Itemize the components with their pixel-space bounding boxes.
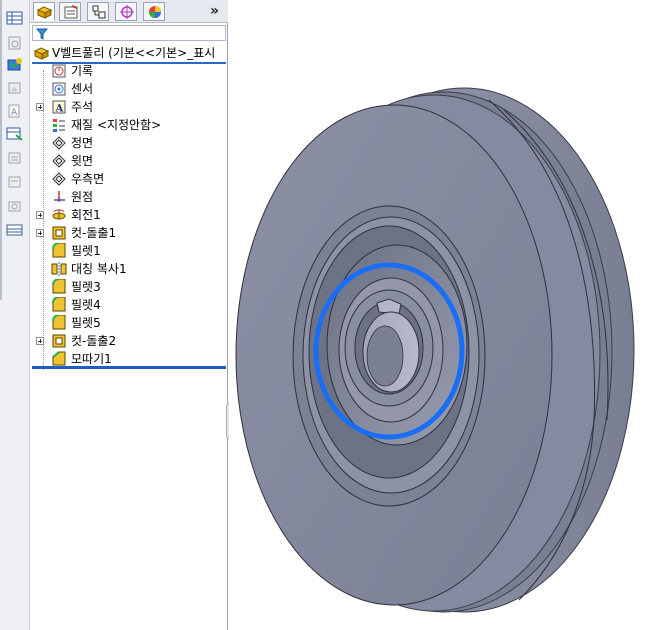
cut-extrude-icon xyxy=(51,225,67,241)
graphics-area[interactable] xyxy=(229,0,651,630)
featuremanager-icon xyxy=(36,6,53,19)
table-icon[interactable] xyxy=(6,10,24,26)
history-icon xyxy=(51,63,67,79)
layer-icon[interactable] xyxy=(6,150,24,166)
configurationmanager-tab[interactable] xyxy=(87,2,109,21)
tree-item[interactable]: 필렛5 xyxy=(30,314,228,332)
cut-extrude-icon xyxy=(51,333,67,349)
tree-item-label: 원점 xyxy=(71,190,94,204)
tree-item-label: 우측면 xyxy=(71,172,105,186)
tree-item-label: 재질 <지정안함> xyxy=(71,118,162,132)
dimxpert-icon xyxy=(120,5,134,19)
filter-icon xyxy=(36,28,48,40)
tree-item[interactable]: 필렛4 xyxy=(30,296,228,314)
command-strip: A xyxy=(0,0,30,630)
strip-edge xyxy=(0,0,2,300)
tree-item[interactable]: 컷-돌출2 xyxy=(30,332,228,350)
note-icon[interactable]: A xyxy=(6,103,24,119)
origin-icon xyxy=(51,189,67,205)
tree-root-label: V벨트풀리 (기본<<기본>_표시 xyxy=(52,46,216,60)
revolve-icon xyxy=(51,207,67,223)
rollback-bar[interactable] xyxy=(32,366,226,369)
tree-item-label: 센서 xyxy=(71,82,94,96)
tree-item[interactable]: 대칭 복사1 xyxy=(30,260,228,278)
annotation-icon: A xyxy=(51,99,67,115)
svg-text:A: A xyxy=(55,104,64,115)
appearance-icon[interactable] xyxy=(6,80,24,96)
tree-item[interactable]: 회전1 xyxy=(30,206,228,224)
chamfer-icon xyxy=(51,351,67,367)
export-icon[interactable] xyxy=(6,126,24,142)
featuremanager-panel: » V벨트풀리 (기본<<기본>_표시 기록센서 A 주석재질 <지정안함> 정면윗면… xyxy=(30,0,228,630)
tree-item-label: 정면 xyxy=(71,136,94,150)
propertymanager-icon xyxy=(64,5,78,19)
displaymanager-tab[interactable] xyxy=(143,2,165,21)
view-palette-icon[interactable] xyxy=(6,57,24,73)
tree-item[interactable]: 필렛1 xyxy=(30,242,228,260)
tree-item-label: 윗면 xyxy=(71,154,94,168)
tree-item-label: 필렛5 xyxy=(71,316,101,330)
tree-item-label: 대칭 복사1 xyxy=(71,262,127,276)
tree-item[interactable]: 정면 xyxy=(30,134,228,152)
tree-filter[interactable] xyxy=(32,25,226,41)
tree-item-label: 기록 xyxy=(71,64,94,78)
pulley-model[interactable] xyxy=(229,0,651,630)
tree-item-label: 필렛1 xyxy=(71,244,101,258)
tree-item-label: 컷-돌출2 xyxy=(71,334,117,348)
tree-item-label: 필렛3 xyxy=(71,280,101,294)
svg-text:A: A xyxy=(11,108,18,118)
tree-item[interactable]: A 주석 xyxy=(30,98,228,116)
tree-root[interactable]: V벨트풀리 (기본<<기본>_표시 xyxy=(30,44,228,62)
more-tabs-button[interactable]: » xyxy=(210,3,219,19)
material-icon xyxy=(51,117,67,133)
fillet-icon xyxy=(51,242,67,259)
dimxpertmanager-tab[interactable] xyxy=(115,2,137,21)
tree-item-label: 회전1 xyxy=(71,208,101,222)
expand-toggle[interactable] xyxy=(36,211,44,219)
tree-item[interactable]: 원점 xyxy=(30,188,228,206)
tree-item-label: 필렛4 xyxy=(71,298,101,312)
expand-toggle[interactable] xyxy=(36,337,44,345)
featuremanager-tab[interactable] xyxy=(33,2,55,21)
fillet-icon xyxy=(51,296,67,313)
manager-tabs: » xyxy=(30,0,228,23)
camera-icon[interactable] xyxy=(6,198,24,214)
grid-table-icon[interactable] xyxy=(6,222,24,238)
expand-toggle[interactable] xyxy=(36,229,44,237)
part-icon xyxy=(33,45,50,61)
tree-item[interactable]: 센서 xyxy=(30,80,228,98)
tree-item-label: 주석 xyxy=(71,100,94,114)
configurationmanager-icon xyxy=(92,5,106,19)
tree-item[interactable]: 기록 xyxy=(30,62,228,80)
plane-icon xyxy=(51,153,67,169)
sensor-icon xyxy=(51,81,67,97)
fillet-icon xyxy=(51,278,67,295)
mirror-icon xyxy=(51,261,67,277)
sheet-icon[interactable] xyxy=(6,174,24,190)
plane-icon xyxy=(51,135,67,151)
tree-item-label: 컷-돌출1 xyxy=(71,226,117,240)
expand-toggle[interactable] xyxy=(36,103,44,111)
plane-icon xyxy=(51,171,67,187)
drawing-icon[interactable] xyxy=(6,35,24,51)
tree-item[interactable]: 우측면 xyxy=(30,170,228,188)
tree-item[interactable]: 윗면 xyxy=(30,152,228,170)
propertymanager-tab[interactable] xyxy=(59,2,81,21)
fillet-icon xyxy=(51,314,67,331)
tree-item[interactable]: 필렛3 xyxy=(30,278,228,296)
tree-item-label: 모따기1 xyxy=(71,352,112,366)
tree-item[interactable]: 컷-돌출1 xyxy=(30,224,228,242)
tree-item[interactable]: 재질 <지정안함> xyxy=(30,116,228,134)
displaymanager-icon xyxy=(149,6,161,18)
